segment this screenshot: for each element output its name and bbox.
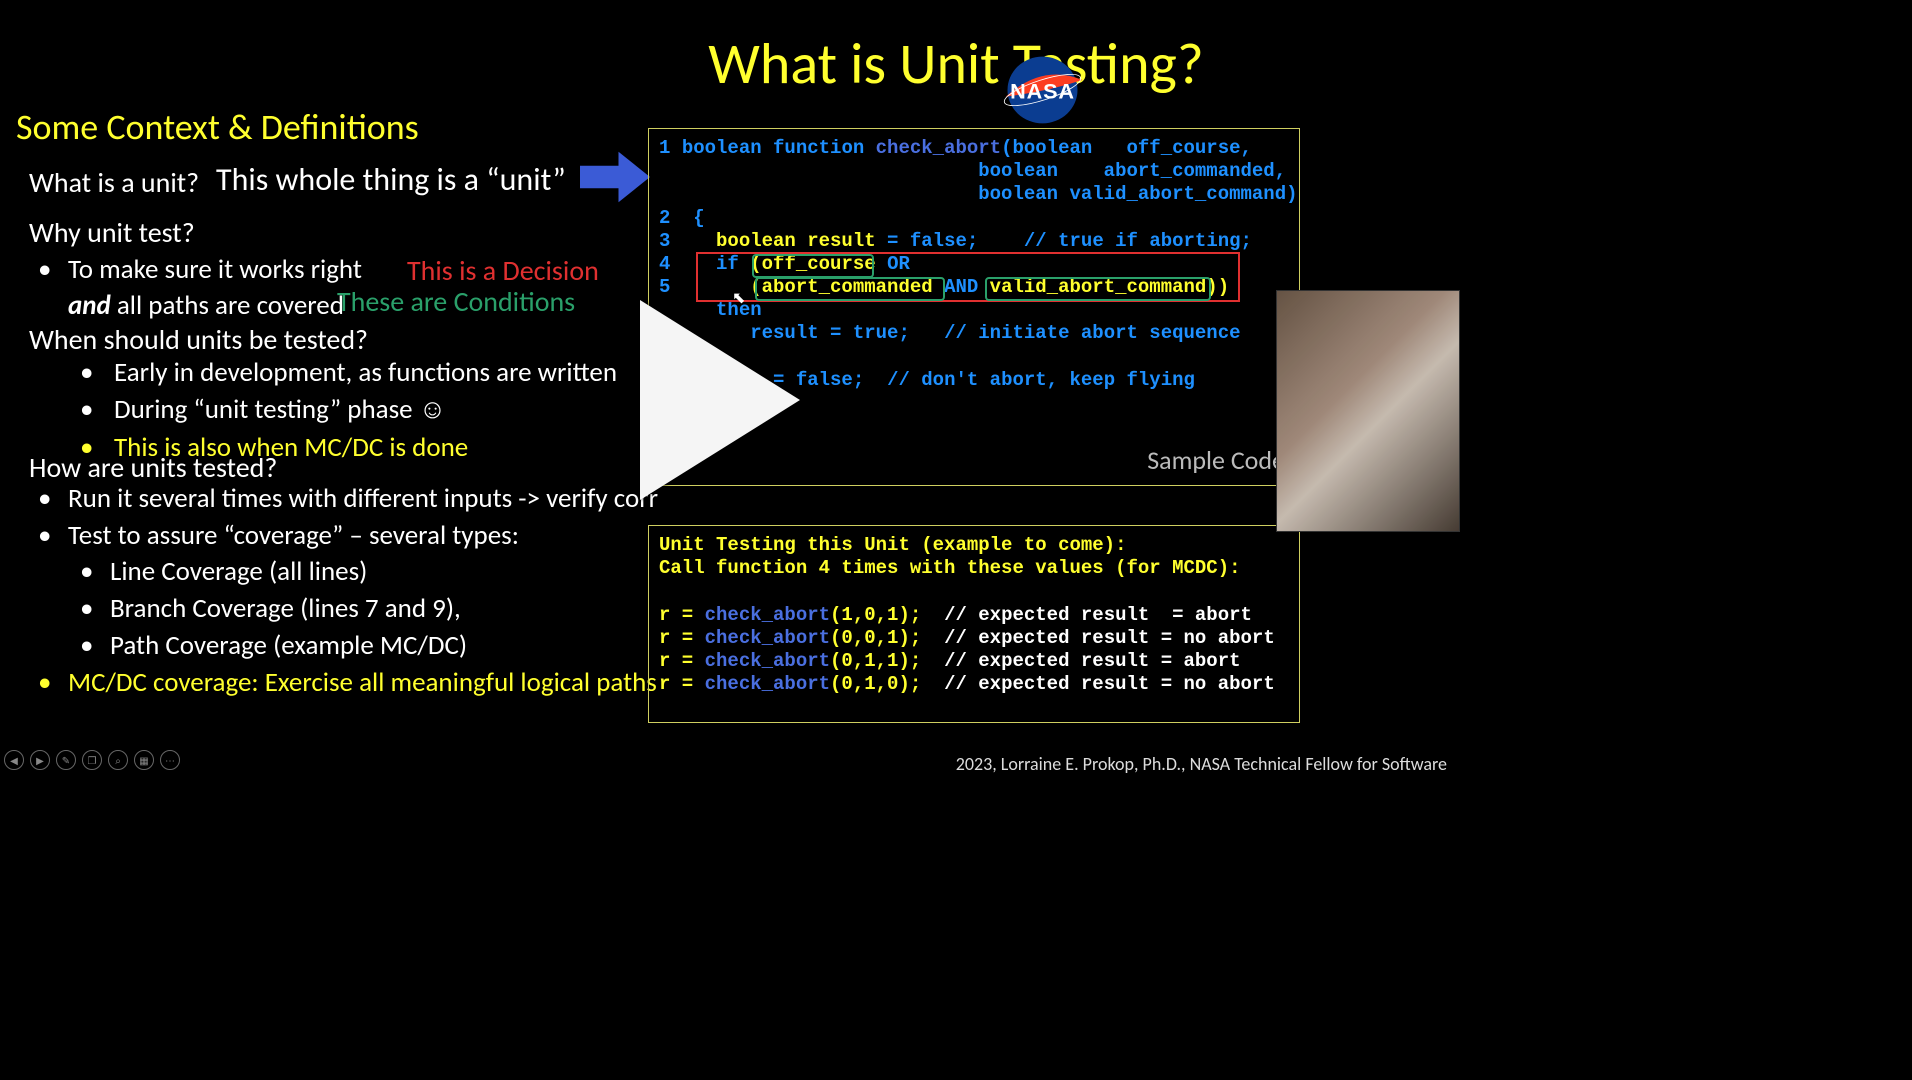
zoom-button[interactable]: ⌕: [108, 750, 128, 770]
decision-label: This is a Decision: [407, 253, 599, 288]
list-item: Early in development, as functions are w…: [80, 354, 617, 391]
list-item-highlight: MC/DC coverage: Exercise all meaningful …: [38, 665, 658, 702]
unit-test-calls-box: Unit Testing this Unit (example to come)…: [648, 525, 1300, 723]
footer-credit: 2023, Lorraine E. Prokop, Ph.D., NASA Te…: [956, 753, 1447, 775]
text: During “unit testing” phase ☺: [114, 393, 446, 426]
slide-title: What is Unit Testing?: [0, 28, 1912, 99]
code: r =: [659, 650, 705, 672]
presenter-webcam: [1276, 290, 1460, 532]
code: ;: [898, 322, 944, 344]
question-what-is-unit: What is a unit?: [29, 165, 199, 200]
code: Call function 4 times with these values …: [659, 557, 1241, 579]
code: check_abort: [705, 650, 830, 672]
arrow-right-icon: [580, 148, 650, 206]
code: boolean valid_abort_command): [659, 183, 1298, 205]
list-item: Run it several times with different inpu…: [38, 481, 658, 518]
sample-code-label: Sample Code: [1147, 445, 1285, 477]
code: check_abort: [876, 137, 1001, 159]
when-bullets: Early in development, as functions are w…: [80, 354, 617, 466]
prev-slide-button[interactable]: ◀: [4, 750, 24, 770]
code: // expected result = abort: [944, 604, 1252, 626]
code: // expected result = no abort: [944, 673, 1275, 695]
code: check_abort: [705, 673, 830, 695]
code: 3: [659, 230, 716, 252]
question-when-tested: When should units be tested?: [29, 322, 368, 357]
code: boolean result: [716, 230, 876, 252]
view-button[interactable]: ❐: [82, 750, 102, 770]
code: (0,1,0);: [830, 673, 944, 695]
more-button[interactable]: ⋯: [160, 750, 180, 770]
code: // expected result = abort: [944, 650, 1240, 672]
condition-highlight: [752, 254, 874, 278]
answer-what-is-unit: This whole thing is a “unit”: [216, 160, 566, 199]
code: false: [910, 230, 967, 252]
code: boolean abort_commanded,: [659, 160, 1286, 182]
code: (1,0,1);: [830, 604, 944, 626]
text: all paths are covered: [111, 289, 344, 322]
how-bullets: Run it several times with different inpu…: [38, 481, 658, 701]
next-slide-button[interactable]: ▶: [30, 750, 50, 770]
why-bullets: To make sure it works right and all path…: [38, 252, 362, 325]
pen-button[interactable]: ✎: [56, 750, 76, 770]
nasa-logo-icon: NASA: [1000, 55, 1085, 125]
code: true: [853, 322, 899, 344]
code: (0,1,1);: [830, 650, 944, 672]
text-em: and: [68, 289, 111, 322]
line-num: 1: [659, 137, 682, 159]
list-item: Path Coverage (example MC/DC): [80, 628, 658, 665]
play-button[interactable]: [640, 300, 800, 500]
code: (0,0,1);: [830, 627, 944, 649]
list-item: Test to assure “coverage” – several type…: [38, 518, 658, 555]
slide-subtitle: Some Context & Definitions: [16, 105, 419, 149]
code: // initiate abort sequence: [944, 322, 1240, 344]
list-item: During “unit testing” phase ☺: [80, 391, 617, 428]
presentation-controls: ◀ ▶ ✎ ❐ ⌕ ▦ ⋯: [4, 750, 180, 770]
code: check_abort: [705, 627, 830, 649]
code: (boolean off_course,: [1001, 137, 1252, 159]
code: 2 {: [659, 207, 705, 229]
question-how-tested: How are units tested?: [29, 450, 277, 485]
list-item: Branch Coverage (lines 7 and 9),: [80, 591, 658, 628]
code: r =: [659, 604, 705, 626]
code: r =: [659, 627, 705, 649]
code: // expected result = no abort: [944, 627, 1275, 649]
code: check_abort: [705, 604, 830, 626]
code: boolean function: [682, 137, 876, 159]
code: ;: [967, 230, 1024, 252]
condition-highlight: [755, 277, 945, 301]
code: Unit Testing this Unit (example to come)…: [659, 534, 1126, 556]
subtitle-button[interactable]: ▦: [134, 750, 154, 770]
question-why-unit-test: Why unit test?: [29, 215, 195, 250]
conditions-label: These are Conditions: [337, 284, 575, 319]
list-item: Line Coverage (all lines): [80, 554, 658, 591]
list-item: To make sure it works right and all path…: [38, 252, 362, 325]
code: // true if aborting;: [1024, 230, 1252, 252]
code: =: [876, 230, 910, 252]
code: r =: [659, 673, 705, 695]
code: false: [796, 369, 853, 391]
code: ;: [853, 369, 887, 391]
slide: What is Unit Testing? Some Context & Def…: [0, 0, 1912, 1080]
text: To make sure it works right: [68, 253, 362, 286]
code: // don't abort, keep flying: [887, 369, 1195, 391]
condition-highlight: [985, 277, 1211, 301]
svg-text:NASA: NASA: [1010, 78, 1075, 103]
